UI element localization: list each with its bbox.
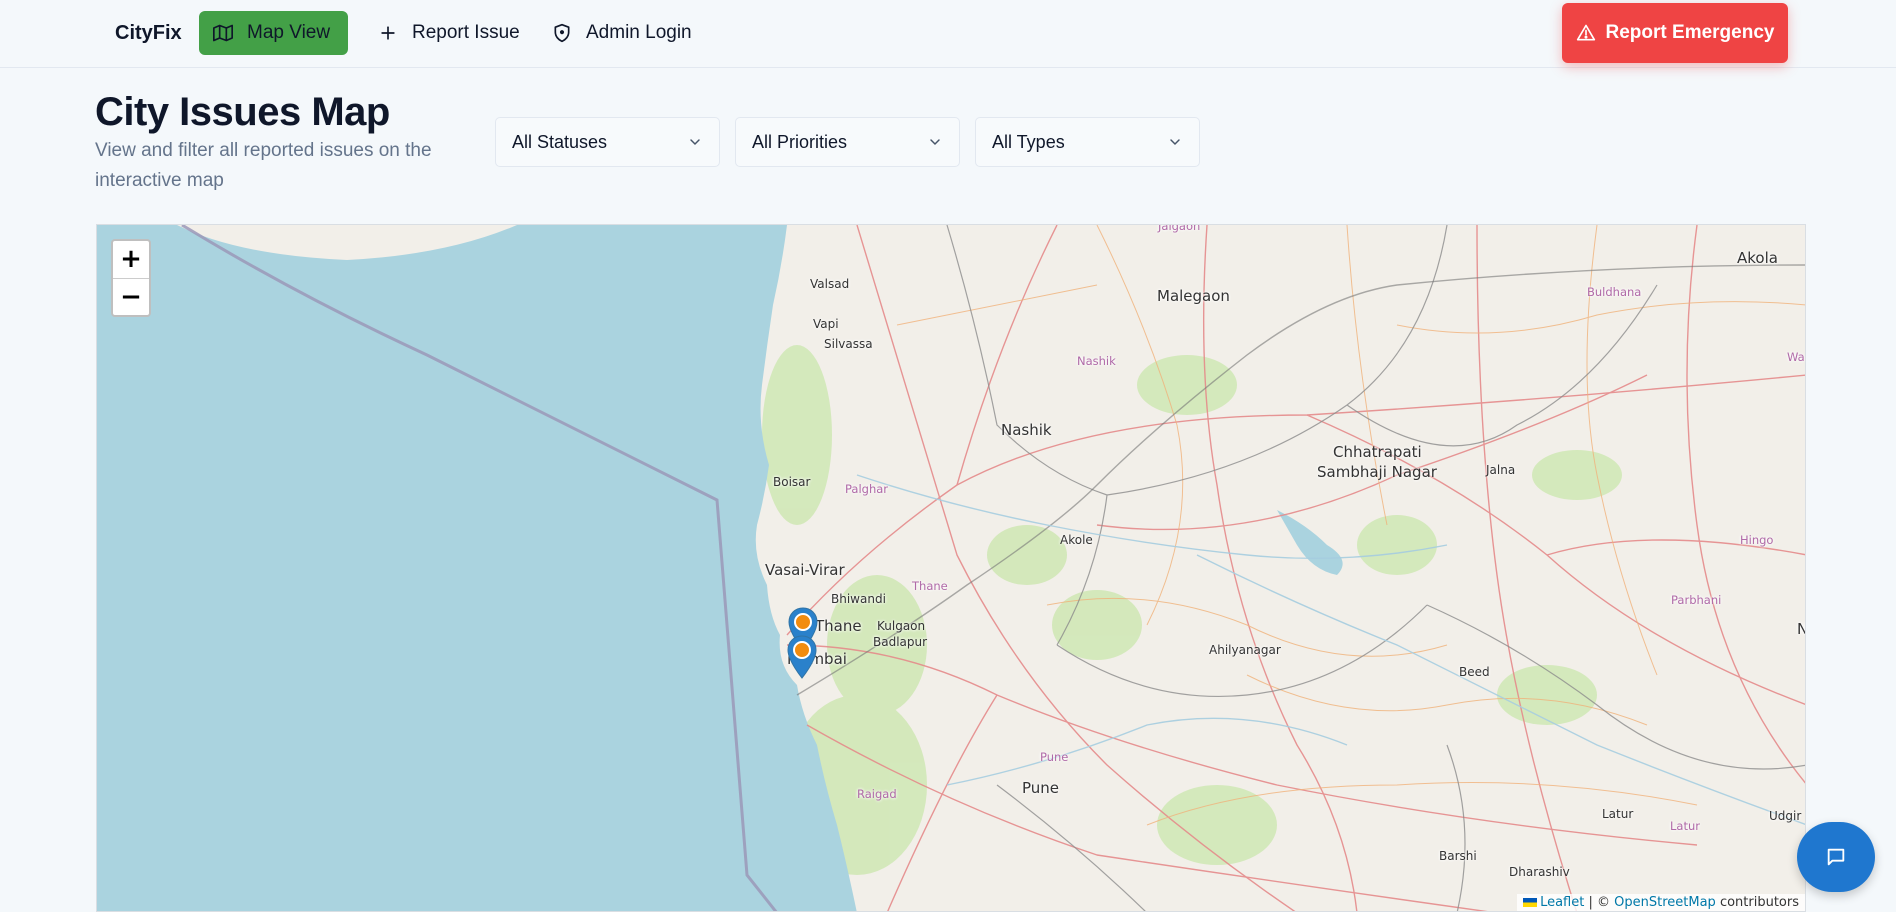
- nav-report-issue-label: Report Issue: [412, 22, 520, 43]
- map-label-akola: Akola: [1737, 249, 1778, 267]
- map-label-silvassa: Silvassa: [824, 337, 873, 351]
- map-attribution: Leaflet | © OpenStreetMap contributors: [1517, 894, 1805, 911]
- map-label-akole: Akole: [1060, 533, 1093, 547]
- status-filter-value: All Statuses: [512, 131, 608, 152]
- chevron-down-icon: [930, 139, 940, 146]
- status-filter-select[interactable]: All Statuses: [495, 117, 720, 167]
- nav-map-view-button[interactable]: Map View: [199, 11, 348, 55]
- openstreetmap-link[interactable]: OpenStreetMap: [1614, 895, 1716, 910]
- attribution-separator: | ©: [1588, 895, 1610, 910]
- map-label-nashik: Nashik: [1001, 421, 1052, 439]
- map-label-bhiwandi: Bhiwandi: [831, 592, 886, 606]
- plus-icon: [381, 26, 395, 40]
- map-label-boisar: Boisar: [773, 475, 811, 489]
- map-label-hingoli: Hingo: [1740, 533, 1774, 547]
- nav-admin-login-button[interactable]: Admin Login: [538, 11, 706, 55]
- chevron-down-icon: [690, 139, 700, 146]
- map-label-jalgaon: Jalgaon: [1158, 224, 1201, 233]
- map-label-kulgaon: Kulgaon: [877, 619, 926, 633]
- map-label-chhatrapati: Chhatrapati: [1333, 443, 1422, 461]
- zoom-in-button[interactable]: +: [113, 241, 149, 278]
- map-label-parbhani: Parbhani: [1671, 593, 1722, 607]
- issue-marker[interactable]: [787, 635, 817, 679]
- report-emergency-button[interactable]: Report Emergency: [1562, 3, 1788, 63]
- map-label-latur: Latur: [1602, 807, 1634, 821]
- map-label-vapi: Vapi: [813, 317, 839, 331]
- page-title: City Issues Map: [95, 90, 390, 134]
- map-label-nashik-district: Nashik: [1077, 354, 1116, 368]
- map-label-dharashiv: Dharashiv: [1509, 865, 1570, 879]
- nav-admin-login-label: Admin Login: [586, 22, 692, 43]
- priority-filter-value: All Priorities: [752, 131, 848, 152]
- top-navbar: CityFix Map View Report Issue Admin Logi…: [0, 0, 1896, 68]
- map-label-ahilyanagar: Ahilyanagar: [1209, 643, 1281, 657]
- brand-logo[interactable]: CityFix: [115, 22, 182, 45]
- map-label-jalna: Jalna: [1486, 463, 1516, 477]
- shield-icon: [554, 23, 570, 43]
- nav-report-issue-button[interactable]: Report Issue: [364, 11, 534, 55]
- map-label-thane: Thane: [815, 617, 862, 635]
- zoom-out-button[interactable]: −: [113, 278, 149, 315]
- map-label-pune: Pune: [1022, 779, 1060, 797]
- map-label-thane-district: Thane: [912, 579, 948, 593]
- map-label-badlapur: Badlapur: [873, 635, 928, 649]
- map-label-beed: Beed: [1459, 665, 1490, 679]
- map-label-n-edge: N: [1797, 620, 1805, 638]
- map-label-buldhana: Buldhana: [1587, 285, 1642, 299]
- map-label-raigad: Raigad: [857, 787, 897, 801]
- page-subtitle: View and filter all reported issues on t…: [95, 140, 432, 191]
- report-emergency-label: Report Emergency: [1605, 22, 1775, 43]
- alert-triangle-icon: [1576, 24, 1595, 41]
- map-tiles[interactable]: [97, 225, 1806, 912]
- type-filter-select[interactable]: All Types: [975, 117, 1200, 167]
- ukraine-flag-icon: [1523, 898, 1538, 907]
- map-label-pune-district: Pune: [1040, 750, 1069, 764]
- map-label-valsad: Valsad: [810, 277, 850, 291]
- issues-map[interactable]: + − Jalgaon Akola Valsad Malegaon Buldha…: [96, 224, 1806, 912]
- chevron-down-icon: [1170, 139, 1180, 146]
- type-filter-value: All Types: [992, 131, 1065, 152]
- message-square-icon: [1827, 848, 1845, 866]
- map-label-sambhaji-nagar: Sambhaji Nagar: [1317, 463, 1437, 481]
- map-icon: [213, 24, 233, 42]
- map-label-barshi: Barshi: [1439, 849, 1477, 863]
- map-label-malegaon: Malegaon: [1157, 287, 1230, 305]
- map-label-latur-district: Latur: [1670, 819, 1700, 833]
- priority-filter-select[interactable]: All Priorities: [735, 117, 960, 167]
- zoom-control: + −: [111, 239, 151, 317]
- map-label-wa-edge: Wa: [1787, 350, 1805, 364]
- map-label-palghar: Palghar: [845, 482, 889, 496]
- leaflet-link[interactable]: Leaflet: [1540, 895, 1584, 910]
- map-label-vasai-virar: Vasai-Virar: [765, 561, 845, 579]
- nav-map-view-label: Map View: [247, 22, 331, 43]
- chat-button[interactable]: [1797, 822, 1875, 892]
- map-label-udgir: Udgir: [1769, 809, 1802, 823]
- attribution-contributors: contributors: [1719, 895, 1799, 910]
